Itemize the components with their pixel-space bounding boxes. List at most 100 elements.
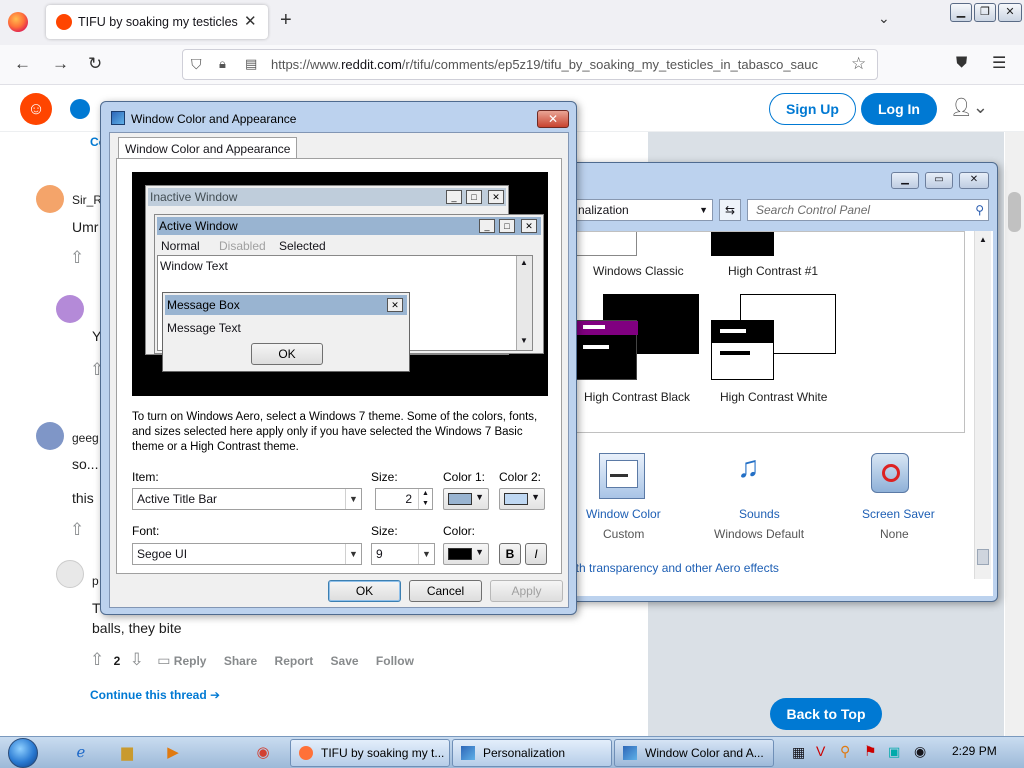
lock-icon[interactable]: 🔒︎ (219, 56, 226, 72)
reddit-logo-icon[interactable]: ☺ (20, 93, 52, 125)
back-arrow-icon[interactable]: ← (14, 54, 31, 74)
menu-normal[interactable]: Normal (161, 239, 200, 253)
comment-username[interactable]: p (92, 574, 99, 588)
save-button[interactable]: Save (331, 654, 359, 668)
firefox-logo-icon[interactable] (8, 12, 28, 32)
refresh-icon[interactable]: ⇆ (719, 199, 741, 221)
personalization-window[interactable]: ▁ ▭ ✕ nalization ▼ ⇆ Search Control Pane… (556, 162, 998, 602)
log-in-button[interactable]: Log In (861, 93, 937, 125)
font-size-select[interactable]: 9 ▼ (371, 543, 435, 565)
font-color-button[interactable]: ▼ (443, 543, 489, 565)
upvote-icon[interactable]: ⇧ (70, 520, 84, 540)
sounds-icon[interactable]: ♫ (737, 451, 760, 485)
file-explorer-icon[interactable]: ▆ (110, 741, 144, 765)
theme-thumbnail[interactable] (574, 232, 637, 256)
tab-window-color[interactable]: Window Color and Appearance (118, 137, 298, 159)
share-button[interactable]: Share (224, 654, 257, 668)
tray-app-icon[interactable]: ▦ (792, 744, 805, 761)
address-bar[interactable]: nalization ▼ (573, 199, 713, 221)
inactive-title-bar[interactable]: Inactive Window _ □ ✕ (148, 188, 506, 206)
minimize-button[interactable]: ▁ (891, 172, 919, 189)
url-text[interactable]: https://www.reddit.com/r/tifu/comments/e… (271, 57, 841, 72)
aero-effects-link[interactable]: ith transparency and other Aero effects (573, 561, 779, 575)
theme-label[interactable]: High Contrast Black (584, 390, 690, 404)
scroll-up-icon[interactable]: ▲ (979, 235, 987, 244)
tray-network-icon[interactable]: ▣ (888, 744, 900, 760)
theme-thumbnail[interactable] (711, 232, 774, 256)
window-close-button[interactable]: ✕ (998, 3, 1022, 22)
sounds-link[interactable]: Sounds (739, 507, 780, 521)
comment-username[interactable]: geeg (72, 431, 99, 445)
font-select[interactable]: Segoe UI ▼ (132, 543, 362, 565)
window-color-appearance-dialog[interactable]: Window Color and Appearance ✕ Window Col… (100, 101, 577, 615)
tab-close-icon[interactable]: ✕ (244, 12, 257, 30)
chevron-down-icon[interactable]: ▼ (418, 544, 434, 564)
preview-scrollbar[interactable]: ▲ ▼ (516, 256, 532, 350)
permissions-icon[interactable]: ▤ (245, 56, 257, 72)
size-stepper[interactable]: 2 ▲ ▼ (375, 488, 433, 510)
bold-button[interactable]: B (499, 543, 521, 565)
internet-explorer-icon[interactable]: ℯ (64, 741, 98, 765)
theme-label[interactable]: Windows Classic (593, 264, 684, 278)
media-player-icon[interactable]: ▶ (156, 741, 190, 765)
message-box-title-bar[interactable]: Message Box ✕ (165, 295, 407, 315)
preview-area[interactable]: Inactive Window _ □ ✕ Active Window _ □ … (132, 172, 548, 396)
tray-v-icon[interactable]: V (816, 743, 825, 759)
avatar[interactable] (36, 185, 64, 213)
dialog-close-button[interactable]: ✕ (537, 110, 569, 128)
message-box-preview[interactable]: Message Box ✕ Message Text OK (162, 292, 410, 372)
task-firefox[interactable]: TIFU by soaking my t... (290, 739, 450, 767)
search-icon[interactable]: ⚲ (975, 200, 984, 220)
spin-down-icon[interactable]: ▼ (418, 499, 432, 509)
menu-disabled[interactable]: Disabled (219, 239, 266, 253)
color1-button[interactable]: ▼ (443, 488, 489, 510)
user-menu-icon[interactable]: 👤︎⌄ (950, 97, 988, 118)
pocket-icon[interactable]: ⛊ (956, 54, 967, 71)
taskbar-clock[interactable]: 2:29 PM (952, 744, 997, 758)
page-scrollbar-thumb[interactable] (1008, 192, 1021, 232)
cancel-button[interactable]: Cancel (409, 580, 482, 602)
browser-tab[interactable]: TIFU by soaking my testicles in ✕ (46, 5, 268, 39)
ok-button[interactable]: OK (328, 580, 401, 602)
tray-search-icon[interactable]: ⚲ (840, 743, 850, 760)
screen-saver-icon[interactable] (871, 453, 909, 493)
search-input[interactable]: Search Control Panel ⚲ (747, 199, 989, 221)
window-minimize-button[interactable]: ▁ (950, 3, 972, 22)
sign-up-button[interactable]: Sign Up (769, 93, 856, 125)
continue-thread-link[interactable]: Continue this thread ➔ (90, 688, 220, 702)
theme-label[interactable]: High Contrast #1 (728, 264, 818, 278)
start-button[interactable] (8, 738, 38, 768)
downvote-icon[interactable]: ⇩ (130, 650, 144, 669)
italic-button[interactable]: I (525, 543, 547, 565)
screen-saver-link[interactable]: Screen Saver (862, 507, 935, 521)
color2-button[interactable]: ▼ (499, 488, 545, 510)
active-title-bar[interactable]: Active Window _ □ ✕ (157, 217, 541, 235)
upvote-icon[interactable]: ⇧ (90, 650, 104, 669)
report-button[interactable]: Report (275, 654, 314, 668)
menu-selected[interactable]: Selected (279, 239, 326, 253)
window-color-link[interactable]: Window Color (586, 507, 661, 521)
new-tab-icon[interactable]: + (280, 9, 292, 32)
tray-flag-icon[interactable]: ⚑ (864, 743, 877, 760)
tracking-shield-icon[interactable]: ⛉ (191, 56, 202, 73)
avatar[interactable] (56, 560, 84, 588)
message-ok-button[interactable]: OK (251, 343, 323, 365)
reload-icon[interactable]: ↻ (88, 54, 102, 74)
scroll-thumb[interactable] (977, 549, 989, 565)
upvote-icon[interactable]: ⇧ (70, 248, 84, 268)
avatar[interactable] (56, 295, 84, 323)
forward-arrow-icon[interactable]: → (52, 54, 69, 74)
item-select[interactable]: Active Title Bar ▼ (132, 488, 362, 510)
spin-up-icon[interactable]: ▲ (418, 489, 432, 499)
apply-button[interactable]: Apply (490, 580, 563, 602)
hamburger-menu-icon[interactable]: ☰ (992, 53, 1006, 73)
back-to-top-button[interactable]: Back to Top (770, 698, 882, 730)
comment-icon[interactable]: ▭ (157, 652, 170, 668)
close-button[interactable]: ✕ (959, 172, 989, 189)
comment-username[interactable]: Sir_R (72, 193, 102, 207)
tray-volume-icon[interactable]: ◉ (914, 743, 926, 760)
chevron-down-icon[interactable]: ⌄ (878, 10, 890, 27)
page-scrollbar[interactable] (1005, 132, 1024, 736)
chevron-down-icon[interactable]: ▼ (345, 544, 361, 564)
maximize-button[interactable]: ▭ (925, 172, 953, 189)
